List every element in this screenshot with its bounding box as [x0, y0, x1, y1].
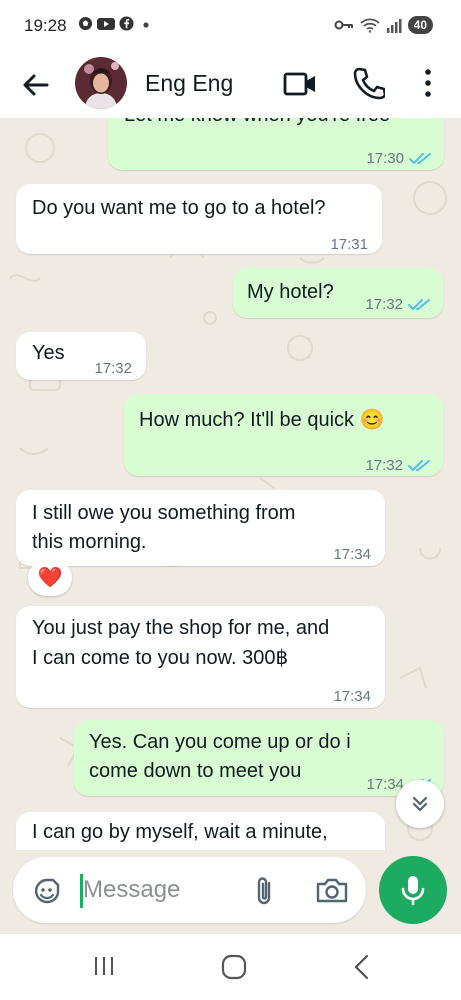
- incoming-message-bubble[interactable]: I still owe you something from this morn…: [16, 490, 385, 566]
- message-input[interactable]: [83, 870, 233, 910]
- reaction-badge[interactable]: ❤️: [28, 560, 72, 596]
- read-receipt-icon: [409, 152, 431, 164]
- chat-header: Eng Eng: [0, 52, 461, 118]
- contact-name[interactable]: Eng Eng: [145, 70, 233, 97]
- message-time: 17:30: [366, 150, 404, 167]
- message-time: 17:32: [365, 296, 403, 313]
- message-list[interactable]: Let me know when you're free 17:30 Do yo…: [0, 118, 461, 850]
- dot-icon: [143, 21, 149, 28]
- incoming-message-bubble[interactable]: I can go by myself, wait a minute,: [16, 812, 385, 850]
- football-icon: [78, 16, 93, 31]
- message-time: 17:31: [330, 236, 368, 253]
- message-text: I can go by myself, wait a minute,: [32, 821, 328, 843]
- message-text-line: I can come to you now. 300฿: [32, 647, 289, 669]
- incoming-message-bubble[interactable]: Do you want me to go to a hotel? 17:31: [16, 184, 382, 254]
- system-icons: 40: [334, 16, 433, 34]
- system-navigation-bar: [0, 934, 461, 1000]
- more-options-icon[interactable]: [418, 66, 438, 100]
- message-text: My hotel?: [247, 281, 334, 303]
- wifi-icon: [360, 18, 380, 33]
- outgoing-message-bubble[interactable]: How much? It'll be quick 😊 17:32: [124, 394, 443, 476]
- read-receipt-icon: [408, 298, 430, 310]
- paperclip-icon[interactable]: [251, 874, 277, 908]
- message-text: Yes: [32, 342, 65, 364]
- battery-indicator: 40: [407, 16, 433, 34]
- notification-icons: [78, 16, 152, 31]
- message-text-line: this morning.: [32, 531, 147, 553]
- message-text-line: I still owe you something from: [32, 502, 296, 524]
- incoming-message-bubble[interactable]: You just pay the shop for me, and I can …: [16, 606, 385, 708]
- message-text-line: You just pay the shop for me, and: [32, 617, 330, 639]
- message-time: 17:34: [333, 546, 371, 563]
- message-meta: 17:31: [330, 230, 368, 259]
- message-time: 17:32: [365, 457, 403, 474]
- outgoing-message-bubble[interactable]: Yes. Can you come up or do i come down t…: [74, 720, 444, 796]
- video-call-icon[interactable]: [283, 69, 317, 99]
- contact-avatar[interactable]: [75, 57, 127, 109]
- message-composer: [13, 857, 366, 923]
- outgoing-message-bubble[interactable]: My hotel? 17:32: [233, 268, 443, 318]
- heart-reaction-icon: ❤️: [37, 567, 63, 589]
- message-text: Do you want me to go to a hotel?: [32, 197, 326, 219]
- back-arrow-icon[interactable]: [18, 68, 52, 102]
- message-text: Let me know when you're free: [124, 118, 390, 130]
- incoming-message-bubble[interactable]: Yes 17:32: [16, 332, 146, 380]
- voice-call-icon[interactable]: [353, 66, 385, 100]
- key-icon: [334, 20, 353, 30]
- message-time: 17:32: [94, 360, 132, 377]
- recent-apps-icon[interactable]: [92, 954, 116, 978]
- scroll-to-bottom-button[interactable]: [396, 780, 444, 828]
- facebook-icon: [119, 16, 134, 31]
- message-meta: 17:32: [365, 290, 431, 319]
- status-bar: 19:28 40: [0, 0, 461, 52]
- home-icon[interactable]: [221, 954, 247, 980]
- message-text-line: come down to meet you: [89, 760, 302, 782]
- message-meta: 17:32: [94, 354, 132, 383]
- message-time: 17:34: [333, 688, 371, 705]
- double-chevron-down-icon: [412, 796, 428, 812]
- system-back-icon[interactable]: [352, 954, 370, 980]
- outgoing-message-bubble[interactable]: Let me know when you're free 17:30: [108, 118, 444, 170]
- sticker-icon[interactable]: [31, 875, 63, 907]
- message-meta: 17:32: [365, 451, 431, 480]
- camera-icon[interactable]: [315, 875, 349, 905]
- youtube-icon: [97, 17, 115, 30]
- status-time: 19:28: [24, 16, 67, 35]
- message-text: How much? It'll be quick 😊: [139, 409, 385, 431]
- message-meta: 17:34: [333, 540, 371, 569]
- message-meta: 17:30: [366, 144, 432, 173]
- signal-icon: [386, 18, 402, 33]
- microphone-icon: [401, 876, 425, 906]
- voice-record-button[interactable]: [379, 856, 447, 924]
- message-meta: 17:34: [333, 682, 371, 711]
- read-receipt-icon: [408, 459, 430, 471]
- message-text-line: Yes. Can you come up or do i: [89, 731, 351, 753]
